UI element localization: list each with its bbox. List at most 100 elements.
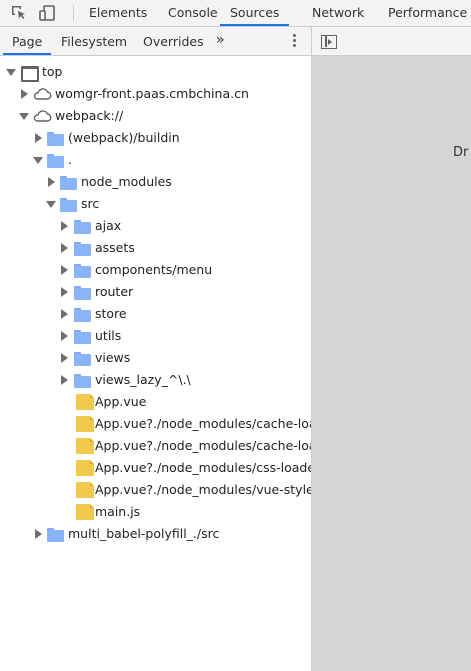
- tree-item-label: node_modules: [81, 174, 172, 189]
- tab-console[interactable]: Console: [168, 0, 218, 26]
- navigator-tabs: Page Filesystem Overrides »: [0, 27, 311, 56]
- tree-item-label: ajax: [95, 218, 122, 233]
- tree-item-domain[interactable]: womgr-front.paas.cmbchina.cn: [0, 83, 311, 105]
- tree-item-label: .: [68, 152, 72, 167]
- tree-item-label: (webpack)/buildin: [68, 130, 180, 145]
- tree-item-folder[interactable]: views: [0, 347, 311, 369]
- frame-icon: [21, 66, 39, 82]
- expand-arrow-icon[interactable]: [61, 221, 68, 231]
- more-tabs-icon[interactable]: »: [216, 33, 230, 49]
- file-icon: [76, 394, 94, 410]
- drop-hint-text: Dr: [453, 145, 469, 160]
- editor-toolbar: [312, 27, 471, 56]
- sources-navigator: Page Filesystem Overrides » top womgr-fr…: [0, 27, 312, 671]
- expand-arrow-icon[interactable]: [35, 133, 42, 143]
- folder-icon: [74, 220, 92, 236]
- tree-item-file[interactable]: App.vue?./node_modules/cache-load: [0, 435, 311, 457]
- tree-item-label: main.js: [95, 504, 141, 519]
- tree-item-folder[interactable]: components/menu: [0, 259, 311, 281]
- tab-sources[interactable]: Sources: [220, 0, 290, 26]
- tab-performance[interactable]: Performance: [388, 0, 467, 26]
- collapse-arrow-icon[interactable]: [46, 201, 56, 208]
- expand-arrow-icon[interactable]: [61, 353, 68, 363]
- tree-item-label: router: [95, 284, 134, 299]
- file-icon: [76, 416, 94, 432]
- folder-icon: [74, 242, 92, 258]
- file-icon: [76, 482, 94, 498]
- editor-area: Dr: [312, 27, 471, 671]
- folder-icon: [60, 198, 78, 214]
- tree-item-file[interactable]: App.vue?./node_modules/cache-load: [0, 413, 311, 435]
- tree-item-label: multi_babel-polyfill_./src: [68, 526, 220, 541]
- cloud-icon: [32, 109, 52, 125]
- tree-item-label: store: [95, 306, 127, 321]
- tree-item-label: App.vue?./node_modules/vue-style-lo: [95, 482, 312, 497]
- expand-arrow-icon[interactable]: [61, 331, 68, 341]
- expand-arrow-icon[interactable]: [61, 287, 68, 297]
- tree-item-folder[interactable]: node_modules: [0, 171, 311, 193]
- inspect-element-icon[interactable]: [10, 4, 28, 22]
- cloud-icon: [32, 87, 52, 103]
- folder-icon: [74, 374, 92, 390]
- tree-item-folder[interactable]: assets: [0, 237, 311, 259]
- expand-arrow-icon[interactable]: [61, 265, 68, 275]
- tree-item-file[interactable]: main.js: [0, 501, 311, 523]
- tree-item-folder[interactable]: store: [0, 303, 311, 325]
- tree-item-folder[interactable]: views_lazy_^\.\: [0, 369, 311, 391]
- tree-item-label: views: [95, 350, 131, 365]
- toggle-navigator-icon[interactable]: [321, 35, 337, 49]
- tree-item-label: App.vue: [95, 394, 147, 409]
- folder-icon: [74, 330, 92, 346]
- folder-icon: [47, 154, 65, 170]
- folder-icon: [47, 132, 65, 148]
- tree-item-label: womgr-front.paas.cmbchina.cn: [55, 86, 249, 101]
- file-icon: [76, 438, 94, 454]
- tree-item-label: App.vue?./node_modules/cache-load: [95, 416, 312, 431]
- expand-arrow-icon[interactable]: [21, 89, 28, 99]
- tree-item-label: components/menu: [95, 262, 213, 277]
- tab-network[interactable]: Network: [312, 0, 364, 26]
- folder-icon: [74, 264, 92, 280]
- tab-elements[interactable]: Elements: [89, 0, 147, 26]
- folder-icon: [74, 352, 92, 368]
- tab-page[interactable]: Page: [3, 27, 52, 55]
- tree-item-folder[interactable]: .: [0, 149, 311, 171]
- folder-icon: [47, 528, 65, 544]
- tree-item-file[interactable]: App.vue?./node_modules/vue-style-lo: [0, 479, 311, 501]
- tab-filesystem[interactable]: Filesystem: [61, 27, 127, 55]
- tree-item-folder[interactable]: ajax: [0, 215, 311, 237]
- folder-icon: [74, 286, 92, 302]
- folder-icon: [60, 176, 78, 192]
- devtools-toolbar: Elements Console Sources Network Perform…: [0, 0, 471, 27]
- file-icon: [76, 460, 94, 476]
- file-icon: [76, 504, 94, 520]
- tree-item-folder[interactable]: (webpack)/buildin: [0, 127, 311, 149]
- tree-item-label: App.vue?./node_modules/cache-load: [95, 438, 312, 453]
- tab-overrides[interactable]: Overrides: [143, 27, 204, 55]
- tree-item-folder[interactable]: src: [0, 193, 311, 215]
- expand-arrow-icon[interactable]: [61, 375, 68, 385]
- tree-item-folder[interactable]: router: [0, 281, 311, 303]
- tree-item-label: views_lazy_^\.\: [95, 372, 191, 387]
- tree-item-top[interactable]: top: [0, 61, 311, 83]
- tree-item-label: webpack://: [55, 108, 124, 123]
- expand-arrow-icon[interactable]: [35, 529, 42, 539]
- device-toolbar-icon[interactable]: [38, 4, 56, 22]
- tree-item-folder[interactable]: utils: [0, 325, 311, 347]
- collapse-arrow-icon[interactable]: [19, 113, 29, 120]
- tree-item-label: top: [42, 64, 63, 79]
- tree-item-webpack[interactable]: webpack://: [0, 105, 311, 127]
- tree-item-file[interactable]: App.vue?./node_modules/css-loader/: [0, 457, 311, 479]
- collapse-arrow-icon[interactable]: [6, 69, 16, 76]
- expand-arrow-icon[interactable]: [61, 309, 68, 319]
- toolbar-divider: [73, 5, 74, 21]
- expand-arrow-icon[interactable]: [48, 177, 55, 187]
- tree-item-file[interactable]: App.vue: [0, 391, 311, 413]
- collapse-arrow-icon[interactable]: [33, 157, 43, 164]
- tree-item-folder[interactable]: multi_babel-polyfill_./src: [0, 523, 311, 545]
- expand-arrow-icon[interactable]: [61, 243, 68, 253]
- tree-item-label: assets: [95, 240, 135, 255]
- tree-item-label: App.vue?./node_modules/css-loader/: [95, 460, 312, 475]
- tree-item-label: src: [81, 196, 100, 211]
- more-options-icon[interactable]: [290, 34, 298, 50]
